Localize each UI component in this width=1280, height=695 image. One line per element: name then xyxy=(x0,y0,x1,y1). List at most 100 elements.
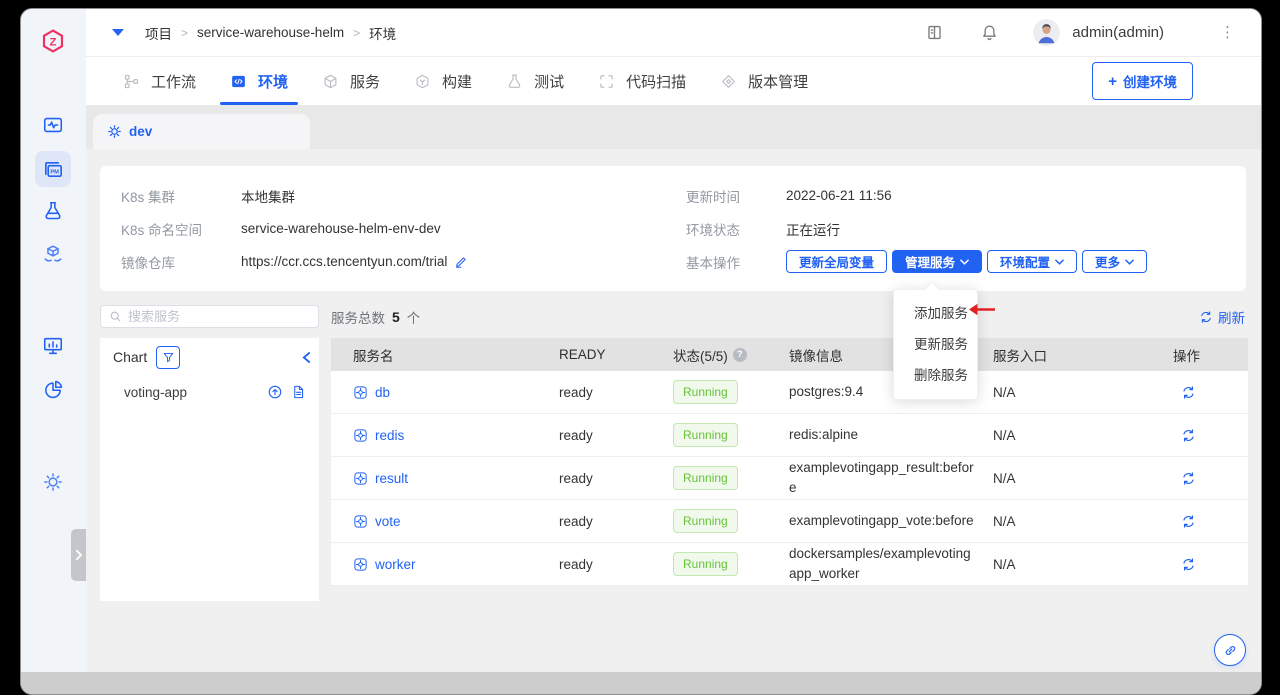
chart-item-label: voting-app xyxy=(124,385,187,400)
restart-service-icon[interactable] xyxy=(1181,514,1196,529)
menu-item-add-service[interactable]: 添加服务 xyxy=(894,296,977,327)
search-input[interactable] xyxy=(128,309,310,324)
status-badge: Running xyxy=(673,423,738,447)
tab-code-scan[interactable]: 代码扫描 xyxy=(594,57,690,105)
breadcrumb-dropdown-caret-icon[interactable] xyxy=(112,29,124,36)
settings-gear-icon[interactable] xyxy=(35,464,71,500)
k8s-namespace-value: service-warehouse-helm-env-dev xyxy=(241,221,441,236)
share-link-button[interactable] xyxy=(1214,634,1246,666)
service-total-count: 5 xyxy=(392,309,400,325)
table-row: worker ready Running dockersamples/examp… xyxy=(331,543,1248,586)
notification-bell-icon[interactable] xyxy=(980,23,999,42)
project-tabbar: 工作流 环境 xyxy=(86,57,1261,106)
info-label: K8s 命名空间 xyxy=(121,219,241,239)
create-environment-button[interactable]: + 创建环境 xyxy=(1092,62,1193,100)
chevron-down-icon xyxy=(1125,259,1134,265)
tab-tests[interactable]: 测试 xyxy=(502,57,568,105)
menu-item-delete-service[interactable]: 删除服务 xyxy=(894,358,977,389)
service-table-body: db ready Running postgres:9.4 N/A xyxy=(331,371,1248,586)
statistics-pie-icon[interactable] xyxy=(35,372,71,408)
entry-cell: N/A xyxy=(993,371,1173,413)
left-rail: Z PM xyxy=(21,9,86,672)
insight-icon[interactable] xyxy=(35,328,71,364)
search-icon xyxy=(109,310,122,323)
avatar[interactable] xyxy=(1033,19,1060,46)
menu-item-update-service[interactable]: 更新服务 xyxy=(894,327,977,358)
docs-icon[interactable] xyxy=(925,23,944,42)
tab-environments[interactable]: 环境 xyxy=(226,57,292,105)
service-link[interactable]: result xyxy=(375,471,408,486)
env-status-value: 正在运行 xyxy=(786,219,840,239)
tab-services[interactable]: 服务 xyxy=(318,57,384,105)
helm-service-icon xyxy=(353,385,368,400)
breadcrumb-item-project-name[interactable]: service-warehouse-helm xyxy=(197,25,344,40)
services-table: 服务名 READY 状态(5/5) ? 镜像信息 服务入口 操作 xyxy=(331,338,1248,586)
col-entry: 服务入口 xyxy=(993,338,1173,371)
ready-cell: ready xyxy=(559,543,673,585)
rollback-icon[interactable] xyxy=(267,384,283,400)
env-tab-strip: dev xyxy=(86,106,1261,149)
service-link[interactable]: vote xyxy=(375,514,401,529)
rail-expand-handle[interactable] xyxy=(71,529,86,581)
service-cube-icon xyxy=(322,73,339,90)
entry-cell: N/A xyxy=(993,414,1173,456)
restart-service-icon[interactable] xyxy=(1181,471,1196,486)
dashboard-activity-icon[interactable] xyxy=(35,107,71,143)
tab-releases[interactable]: 版本管理 xyxy=(716,57,812,105)
more-vertical-icon[interactable]: ⋮ xyxy=(1220,25,1235,40)
refresh-icon xyxy=(1199,310,1213,324)
plus-icon: + xyxy=(1108,74,1117,89)
chevron-down-icon xyxy=(960,259,969,265)
chart-item-voting-app[interactable]: voting-app xyxy=(100,376,319,408)
image-cell: dockersamples/examplevotingapp_worker xyxy=(789,543,993,585)
breadcrumb-item-projects[interactable]: 项目 xyxy=(145,23,172,43)
service-link[interactable]: worker xyxy=(375,557,416,572)
collapse-panel-chevron-left-icon[interactable] xyxy=(302,351,311,364)
environment-icon xyxy=(230,73,247,90)
tab-workflows[interactable]: 工作流 xyxy=(119,57,200,105)
manage-services-button[interactable]: 管理服务 xyxy=(892,250,982,273)
username[interactable]: admin(admin) xyxy=(1072,24,1164,41)
service-total: 服务总数 5 个 xyxy=(331,307,420,327)
delivery-icon[interactable] xyxy=(35,236,71,272)
service-link[interactable]: db xyxy=(375,385,390,400)
more-actions-button[interactable]: 更多 xyxy=(1082,250,1147,273)
service-link[interactable]: redis xyxy=(375,428,404,443)
edit-pencil-icon[interactable] xyxy=(454,255,468,269)
zadig-logo-icon[interactable]: Z xyxy=(35,23,71,59)
help-icon[interactable]: ? xyxy=(733,348,747,362)
tab-builds[interactable]: 构建 xyxy=(410,57,476,105)
entry-cell: N/A xyxy=(993,457,1173,499)
col-operations: 操作 xyxy=(1173,338,1248,371)
restart-service-icon[interactable] xyxy=(1181,557,1196,572)
environment-info-card: K8s 集群 本地集群 K8s 命名空间 service-warehouse-h… xyxy=(100,166,1246,291)
helm-service-icon xyxy=(353,428,368,443)
projects-icon[interactable]: PM xyxy=(35,151,71,187)
info-label: 基本操作 xyxy=(686,252,786,272)
topbar: 项目 > service-warehouse-helm > 环境 xyxy=(86,9,1261,57)
status-badge: Running xyxy=(673,552,738,576)
annotation-arrow-left-icon xyxy=(968,303,995,316)
chart-panel-title: Chart xyxy=(113,349,147,365)
filter-icon[interactable] xyxy=(156,346,180,369)
image-cell: examplevotingapp_vote:before xyxy=(789,500,993,542)
helm-service-icon xyxy=(353,557,368,572)
test-flask-icon[interactable] xyxy=(35,193,71,229)
image-cell: redis:alpine xyxy=(789,414,993,456)
table-row: vote ready Running examplevotingapp_vote… xyxy=(331,500,1248,543)
restart-service-icon[interactable] xyxy=(1181,385,1196,400)
col-ready: READY xyxy=(559,338,673,371)
registry-url-value: https://ccr.ccs.tencentyun.com/trial xyxy=(241,254,447,269)
env-tab-dev[interactable]: dev xyxy=(93,114,310,149)
ready-cell: ready xyxy=(559,457,673,499)
refresh-button[interactable]: 刷新 xyxy=(1199,307,1245,327)
table-header: 服务名 READY 状态(5/5) ? 镜像信息 服务入口 操作 xyxy=(331,338,1248,371)
info-label: K8s 集群 xyxy=(121,186,241,206)
breadcrumb-item-environment[interactable]: 环境 xyxy=(369,23,396,43)
service-search[interactable] xyxy=(100,305,319,328)
values-file-icon[interactable] xyxy=(291,384,306,400)
app-window: Z PM xyxy=(20,8,1262,695)
update-global-vars-button[interactable]: 更新全局变量 xyxy=(786,250,887,273)
restart-service-icon[interactable] xyxy=(1181,428,1196,443)
env-config-button[interactable]: 环境配置 xyxy=(987,250,1077,273)
